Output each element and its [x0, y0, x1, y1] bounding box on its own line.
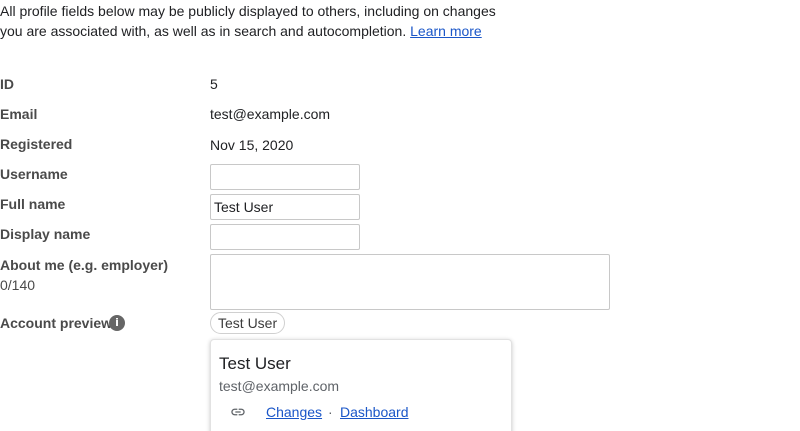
info-icon[interactable]: i	[109, 315, 125, 331]
display-name-label: Display name	[0, 226, 91, 242]
profile-settings-page: All profile fields below may be publicly…	[0, 0, 800, 431]
intro-paragraph: All profile fields below may be publicly…	[0, 1, 520, 41]
email-value: test@example.com	[210, 106, 331, 122]
username-label: Username	[0, 166, 68, 182]
id-label: ID	[0, 76, 14, 92]
full-name-label: Full name	[0, 196, 66, 212]
email-label: Email	[0, 106, 38, 122]
id-value: 5	[210, 76, 218, 92]
dashboard-link[interactable]: Dashboard	[340, 402, 409, 422]
account-preview-card: Test User test@example.com Changes · Das…	[210, 339, 512, 431]
about-me-counter: 0/140	[0, 277, 36, 293]
account-chip[interactable]: Test User	[210, 312, 286, 334]
username-input[interactable]	[210, 164, 360, 190]
account-preview-label: Account preview	[0, 315, 113, 331]
display-name-input[interactable]	[210, 224, 360, 250]
learn-more-link[interactable]: Learn more	[410, 23, 482, 39]
about-me-textarea[interactable]	[210, 254, 610, 310]
link-icon[interactable]	[229, 404, 247, 420]
registered-value: Nov 15, 2020	[210, 137, 294, 153]
card-email: test@example.com	[219, 378, 340, 394]
registered-label: Registered	[0, 136, 73, 152]
card-name: Test User	[219, 354, 291, 373]
about-me-label: About me (e.g. employer)	[0, 257, 169, 273]
link-separator: ·	[328, 404, 333, 420]
changes-link[interactable]: Changes	[266, 402, 322, 422]
full-name-input[interactable]	[210, 194, 360, 220]
